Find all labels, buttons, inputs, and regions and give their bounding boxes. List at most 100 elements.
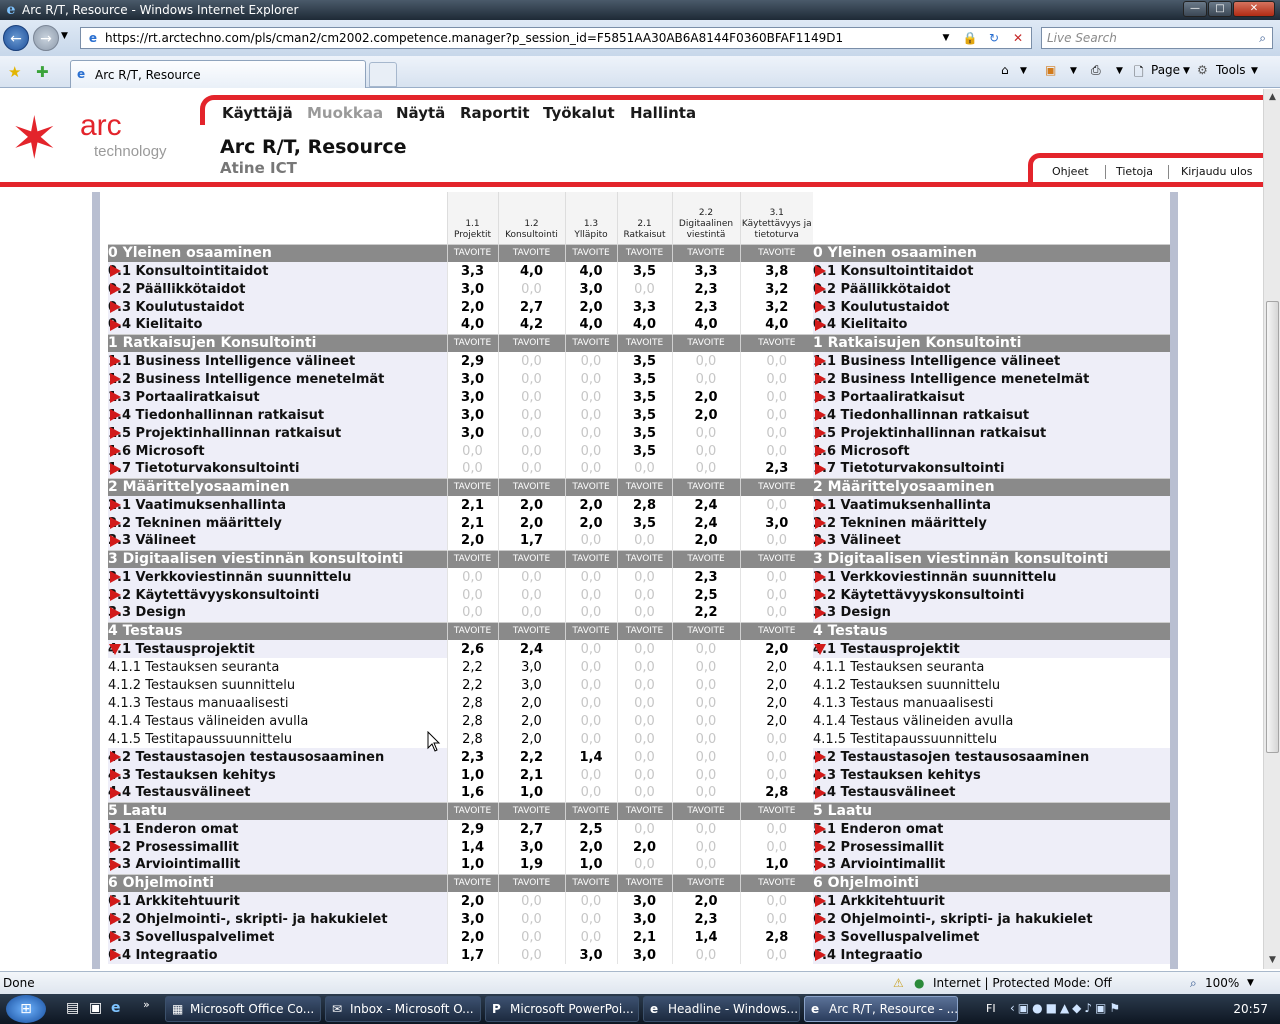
- menu-nayta[interactable]: Näytä: [396, 104, 445, 122]
- competence-cell-right[interactable]: 6.1 Arkkitehtuurit: [813, 892, 1170, 910]
- competence-cell[interactable]: 5.1 Enderon omat: [108, 820, 447, 838]
- competence-cell-right[interactable]: 5.3 Arviointimallit: [813, 856, 1170, 874]
- competence-cell[interactable]: 6.3 Sovelluspalvelimet: [108, 928, 447, 946]
- competence-cell[interactable]: 4.4 Testausvälineet: [108, 784, 447, 802]
- expand-triangle-icon[interactable]: [110, 355, 121, 367]
- competence-cell-right[interactable]: 1.2 Business Intelligence menetelmät: [813, 370, 1170, 388]
- quicklaunch-ie-icon[interactable]: e: [111, 1000, 121, 1016]
- search-input[interactable]: Live Search ⌕: [1041, 27, 1273, 49]
- maximize-button[interactable]: □: [1208, 1, 1232, 17]
- menu-raportit[interactable]: Raportit: [460, 104, 530, 122]
- expand-triangle-icon[interactable]: [815, 823, 826, 835]
- lock-icon[interactable]: 🔒: [959, 28, 981, 48]
- competence-cell-right[interactable]: 1.6 Microsoft: [813, 442, 1170, 460]
- competence-cell-right[interactable]: 4.4 Testausvälineet: [813, 784, 1170, 802]
- taskbar-button[interactable]: ✉ Inbox - Microsoft O...: [325, 996, 481, 1022]
- zoom-dropdown-icon[interactable]: ▼: [1247, 978, 1254, 988]
- competence-cell-right[interactable]: 1.4 Tiedonhallinnan ratkaisut: [813, 406, 1170, 424]
- expand-triangle-icon[interactable]: [110, 859, 121, 871]
- system-tray-icons[interactable]: ‹▣●■▲◆♪▣⚑: [1010, 1001, 1123, 1015]
- page-dropdown-icon[interactable]: ▼: [1183, 66, 1190, 76]
- competence-cell-right[interactable]: 4.2 Testaustasojen testausosaaminen: [813, 748, 1170, 766]
- home-icon[interactable]: ⌂: [1001, 63, 1009, 77]
- expand-triangle-icon[interactable]: [110, 895, 121, 907]
- expand-triangle-icon[interactable]: [110, 517, 121, 529]
- feeds-icon[interactable]: ▣: [1045, 63, 1056, 77]
- competence-cell[interactable]: 0.4 Kielitaito: [108, 316, 447, 334]
- competence-cell-right[interactable]: 2.2 Tekninen määrittely: [813, 514, 1170, 532]
- competence-cell-right[interactable]: 0.1 Konsultointitaidot: [813, 262, 1170, 280]
- expand-triangle-icon[interactable]: [815, 859, 826, 871]
- competence-cell[interactable]: 1.2 Business Intelligence menetelmät: [108, 370, 447, 388]
- expand-triangle-icon[interactable]: [110, 319, 121, 331]
- expand-triangle-icon[interactable]: [815, 769, 826, 781]
- expand-triangle-icon[interactable]: [815, 463, 826, 475]
- menu-tyokalut[interactable]: Työkalut: [543, 104, 615, 122]
- expand-triangle-icon[interactable]: [815, 751, 826, 763]
- competence-cell[interactable]: 3.1 Verkkoviestinnän suunnittelu: [108, 568, 447, 586]
- taskbar-button[interactable]: e Headline - Windows...: [643, 996, 800, 1022]
- collapse-triangle-icon[interactable]: [109, 644, 121, 655]
- url-dropdown-icon[interactable]: ▼: [935, 28, 957, 48]
- scroll-up-icon[interactable]: ▲: [1264, 89, 1280, 106]
- expand-triangle-icon[interactable]: [110, 283, 121, 295]
- expand-triangle-icon[interactable]: [815, 391, 826, 403]
- search-icon[interactable]: ⌕: [1259, 28, 1266, 48]
- expand-triangle-icon[interactable]: [110, 391, 121, 403]
- expand-triangle-icon[interactable]: [815, 787, 826, 799]
- new-tab-button[interactable]: [369, 62, 397, 87]
- page-menu-button[interactable]: Page: [1151, 63, 1180, 77]
- expand-triangle-icon[interactable]: [815, 913, 826, 925]
- expand-triangle-icon[interactable]: [815, 265, 826, 277]
- minimize-button[interactable]: —: [1183, 1, 1207, 17]
- competence-cell[interactable]: 1.3 Portaaliratkaisut: [108, 388, 447, 406]
- expand-triangle-icon[interactable]: [110, 949, 121, 961]
- expand-triangle-icon[interactable]: [815, 373, 826, 385]
- competence-cell-right[interactable]: 3.1 Verkkoviestinnän suunnittelu: [813, 568, 1170, 586]
- expand-triangle-icon[interactable]: [815, 319, 826, 331]
- start-button[interactable]: ⊞: [6, 995, 46, 1023]
- competence-cell-right[interactable]: 6.2 Ohjelmointi-, skripti- ja hakukielet: [813, 910, 1170, 928]
- expand-triangle-icon[interactable]: [110, 769, 121, 781]
- tools-menu-button[interactable]: Tools: [1216, 63, 1246, 77]
- competence-cell[interactable]: 1.6 Microsoft: [108, 442, 447, 460]
- print-icon[interactable]: ⎙: [1091, 63, 1101, 78]
- expand-triangle-icon[interactable]: [110, 463, 121, 475]
- competence-cell[interactable]: 4.3 Testauksen kehitys: [108, 766, 447, 784]
- competence-cell-right[interactable]: 6.4 Integraatio: [813, 946, 1170, 964]
- link-ohjeet[interactable]: Ohjeet: [1052, 165, 1089, 178]
- competence-cell[interactable]: 4.2 Testaustasojen testausosaaminen: [108, 748, 447, 766]
- expand-triangle-icon[interactable]: [815, 895, 826, 907]
- expand-triangle-icon[interactable]: [815, 283, 826, 295]
- expand-triangle-icon[interactable]: [110, 265, 121, 277]
- feeds-dropdown-icon[interactable]: ▼: [1070, 66, 1077, 76]
- competence-cell[interactable]: 2.2 Tekninen määrittely: [108, 514, 447, 532]
- competence-cell[interactable]: 1.7 Tietoturvakonsultointi: [108, 460, 447, 478]
- print-dropdown-icon[interactable]: ▼: [1116, 66, 1123, 76]
- page-menu-icon[interactable]: 🗋: [1134, 63, 1144, 84]
- menu-hallinta[interactable]: Hallinta: [630, 104, 696, 122]
- scroll-down-icon[interactable]: ▼: [1264, 952, 1280, 969]
- competence-cell[interactable]: 6.1 Arkkitehtuurit: [108, 892, 447, 910]
- competence-cell-right[interactable]: 3.3 Design: [813, 604, 1170, 622]
- competence-cell[interactable]: 1.4 Tiedonhallinnan ratkaisut: [108, 406, 447, 424]
- stop-icon[interactable]: ✕: [1007, 28, 1029, 48]
- close-button[interactable]: ✕: [1233, 1, 1275, 17]
- expand-triangle-icon[interactable]: [110, 373, 121, 385]
- taskbar-button[interactable]: ▦ Microsoft Office Co...: [165, 996, 321, 1022]
- scroll-thumb[interactable]: [1266, 301, 1279, 753]
- language-indicator[interactable]: FI: [986, 1002, 996, 1015]
- expand-triangle-icon[interactable]: [110, 409, 121, 421]
- gear-icon[interactable]: ⚙: [1197, 63, 1208, 77]
- competence-cell-right[interactable]: 3.2 Käytettävyyskonsultointi: [813, 586, 1170, 604]
- competence-cell[interactable]: 0.2 Päällikkötaidot: [108, 280, 447, 298]
- competence-cell[interactable]: 0.1 Konsultointitaidot: [108, 262, 447, 280]
- competence-cell[interactable]: 5.3 Arviointimallit: [108, 856, 447, 874]
- home-dropdown-icon[interactable]: ▼: [1020, 66, 1027, 76]
- competence-cell-right[interactable]: 1.3 Portaaliratkaisut: [813, 388, 1170, 406]
- taskbar-button[interactable]: e Arc R/T, Resource - ...: [804, 996, 958, 1022]
- expand-triangle-icon[interactable]: [110, 571, 121, 583]
- expand-triangle-icon[interactable]: [815, 589, 826, 601]
- expand-triangle-icon[interactable]: [110, 931, 121, 943]
- expand-triangle-icon[interactable]: [815, 535, 826, 547]
